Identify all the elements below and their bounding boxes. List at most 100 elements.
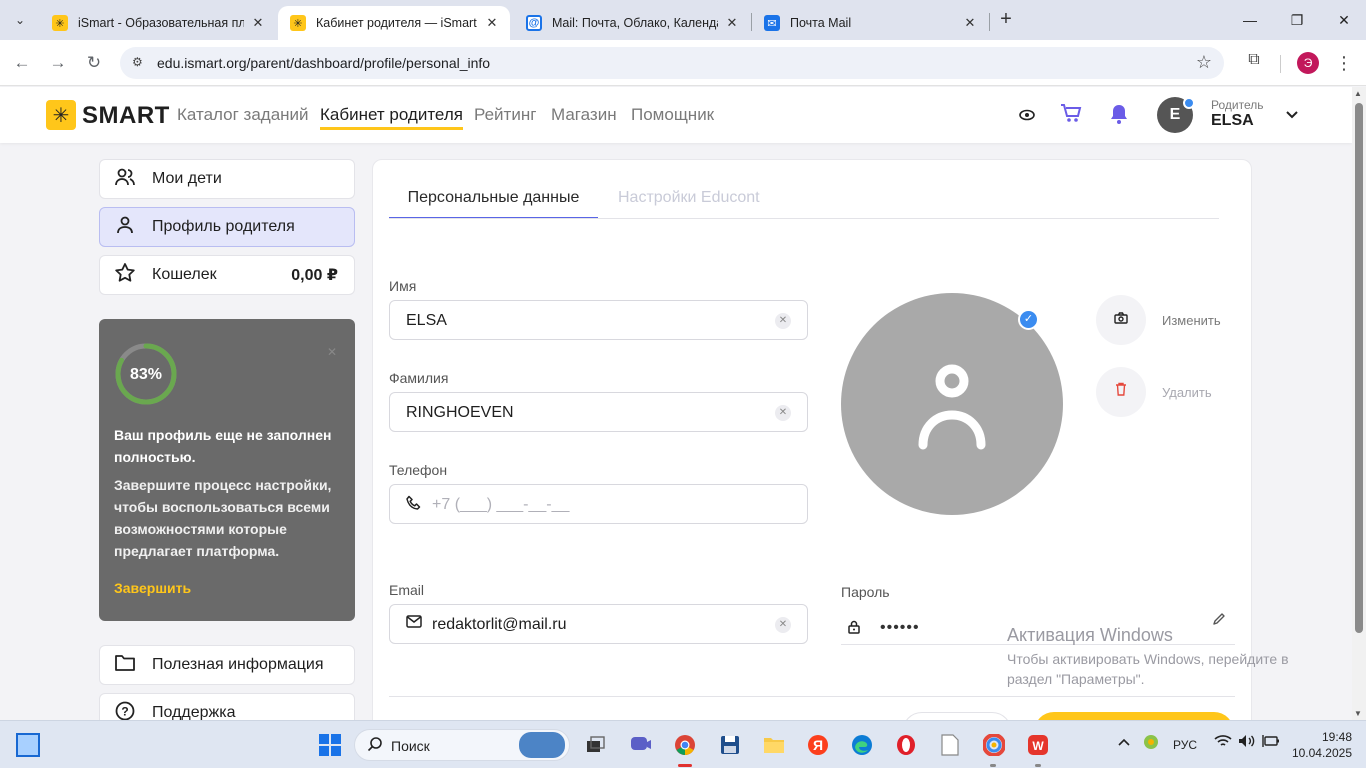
wifi-icon[interactable] xyxy=(1214,734,1232,751)
browser-tab[interactable]: ✳ iSmart - Образовательная пла ✕ xyxy=(40,6,276,40)
promo-title: Ваш профиль еще не заполнен полностью. xyxy=(114,427,332,465)
tab-title: Кабинет родителя — iSmart xyxy=(316,16,477,30)
browser-tab-active[interactable]: ✳ Кабинет родителя — iSmart ✕ xyxy=(278,6,510,40)
windows-activation-title: Активация Windows xyxy=(1007,625,1173,645)
window-close-icon[interactable]: ✕ xyxy=(1330,8,1358,32)
yandex-browser-icon[interactable]: Я xyxy=(804,731,832,759)
tray-chevron-up-icon[interactable] xyxy=(1118,735,1130,749)
email-field[interactable]: redaktorlit@mail.ru ✕ xyxy=(389,604,808,644)
phone-placeholder[interactable]: +7 (___) ___-__-__ xyxy=(432,496,569,514)
tab-search-chevron-icon[interactable]: ⌄ xyxy=(8,8,32,32)
forward-arrow-icon[interactable]: → xyxy=(46,51,70,75)
sidebar-item-wallet[interactable]: Кошелек 0,00 ₽ xyxy=(99,255,355,295)
folder-icon xyxy=(114,654,136,676)
document-icon[interactable] xyxy=(936,731,964,759)
nav-rating[interactable]: Рейтинг xyxy=(474,105,536,125)
tab-educont-settings[interactable]: Настройки Educont xyxy=(618,189,760,207)
scrollbar-thumb[interactable] xyxy=(1355,103,1363,633)
minimize-icon[interactable]: — xyxy=(1236,8,1264,32)
restore-icon[interactable]: ❐ xyxy=(1283,8,1311,32)
battery-icon[interactable] xyxy=(1262,734,1280,751)
close-icon[interactable]: ✕ xyxy=(484,15,500,31)
wallet-balance: 0,00 ₽ xyxy=(291,267,338,284)
last-name-label: Фамилия xyxy=(389,370,449,386)
close-icon[interactable]: ✕ xyxy=(250,15,266,31)
password-value: •••••• xyxy=(880,619,920,636)
task-view-icon[interactable] xyxy=(582,731,610,759)
close-icon[interactable]: ✕ xyxy=(962,15,978,31)
email-value[interactable]: redaktorlit@mail.ru xyxy=(432,616,567,634)
browser-menu-icon[interactable]: ⋮ xyxy=(1334,51,1354,75)
change-photo-label[interactable]: Изменить xyxy=(1162,313,1221,328)
sidebar-item-useful-info[interactable]: Полезная информация xyxy=(99,645,355,685)
bookmark-star-icon[interactable]: ☆ xyxy=(1196,52,1212,73)
address-bar[interactable]: ⚙ edu.ismart.org/parent/dashboard/profil… xyxy=(120,47,1224,79)
eye-icon[interactable] xyxy=(1015,103,1039,127)
new-tab-icon[interactable]: + xyxy=(994,8,1018,32)
close-icon[interactable]: ✕ xyxy=(724,15,740,31)
clear-icon[interactable]: ✕ xyxy=(775,313,791,329)
sidebar-item-parent-profile[interactable]: Профиль родителя xyxy=(99,207,355,247)
change-photo-button[interactable] xyxy=(1096,295,1146,345)
file-explorer-icon[interactable] xyxy=(760,731,788,759)
site-settings-icon[interactable]: ⚙ xyxy=(132,55,148,71)
windows-taskbar: Поиск Я W РУС 19:48 10.04.2025 xyxy=(0,720,1366,768)
security-tray-icon[interactable] xyxy=(1143,734,1159,753)
user-role: Родитель xyxy=(1211,98,1264,112)
user-name[interactable]: ELSA xyxy=(1211,112,1254,130)
ismart-logo-icon[interactable]: ✳ xyxy=(46,100,76,130)
phone-field[interactable]: +7 (___) ___-__-__ xyxy=(389,484,808,524)
scroll-up-icon[interactable]: ▲ xyxy=(1354,89,1362,98)
toolbar-divider xyxy=(1280,55,1281,73)
cart-icon[interactable] xyxy=(1059,103,1083,127)
reload-icon[interactable]: ↻ xyxy=(82,51,106,75)
url-text[interactable]: edu.ismart.org/parent/dashboard/profile/… xyxy=(157,55,490,71)
clock-time[interactable]: 19:48 xyxy=(1300,730,1352,744)
taskbar-search[interactable]: Поиск xyxy=(354,729,570,761)
browser-profile-avatar[interactable]: Э xyxy=(1297,52,1319,74)
tab-personal-data[interactable]: Персональные данные xyxy=(389,189,598,219)
first-name-value[interactable]: ELSA xyxy=(406,312,447,330)
nav-parent-cabinet[interactable]: Кабинет родителя xyxy=(320,105,463,130)
nav-catalog[interactable]: Каталог заданий xyxy=(177,105,309,125)
close-icon[interactable]: ✕ xyxy=(327,345,337,359)
tab-title: iSmart - Образовательная пла xyxy=(78,16,244,30)
svg-text:W: W xyxy=(1032,739,1044,753)
last-name-value[interactable]: RINGHOEVEN xyxy=(406,404,514,422)
edge-icon[interactable] xyxy=(848,731,876,759)
scroll-down-icon[interactable]: ▼ xyxy=(1354,709,1362,718)
delete-photo-label[interactable]: Удалить xyxy=(1162,385,1212,400)
promo-text: Завершите процесс настройки, чтобы воспо… xyxy=(114,477,332,559)
verified-check-icon: ✓ xyxy=(1018,309,1039,330)
pencil-icon[interactable] xyxy=(1212,612,1226,629)
chevron-down-icon[interactable] xyxy=(1286,106,1298,122)
wps-office-icon[interactable]: W xyxy=(1024,731,1052,759)
back-arrow-icon[interactable]: ← xyxy=(10,51,34,75)
page-scrollbar[interactable]: ▲ ▼ xyxy=(1352,87,1366,720)
nav-shop[interactable]: Магазин xyxy=(551,105,617,125)
opera-icon[interactable] xyxy=(892,731,920,759)
sidebar-item-my-children[interactable]: Мои дети xyxy=(99,159,355,199)
teams-chat-icon[interactable] xyxy=(627,731,655,759)
finish-setup-link[interactable]: Завершить xyxy=(114,580,191,596)
bell-icon[interactable] xyxy=(1107,103,1131,127)
email-label: Email xyxy=(389,582,425,598)
first-name-field[interactable]: ELSA ✕ xyxy=(389,300,808,340)
language-indicator[interactable]: РУС xyxy=(1173,738,1197,752)
last-name-field[interactable]: RINGHOEVEN ✕ xyxy=(389,392,808,432)
nav-assistant[interactable]: Помощник xyxy=(631,105,714,125)
widgets-icon[interactable] xyxy=(16,733,40,757)
volume-icon[interactable] xyxy=(1238,734,1256,751)
extensions-puzzle-icon[interactable]: ⧉ xyxy=(1242,51,1266,75)
clear-icon[interactable]: ✕ xyxy=(775,405,791,421)
windows-start-icon[interactable] xyxy=(316,731,344,759)
logo-text[interactable]: SMART xyxy=(82,102,170,130)
color-app-icon[interactable] xyxy=(980,731,1008,759)
delete-photo-button[interactable] xyxy=(1096,367,1146,417)
browser-tab[interactable]: ✉ Почта Mail ✕ xyxy=(752,6,988,40)
clock-date[interactable]: 10.04.2025 xyxy=(1290,746,1352,760)
browser-tab[interactable]: @ Mail: Почта, Облако, Календар ✕ xyxy=(514,6,750,40)
floppy-save-app-icon[interactable] xyxy=(716,731,744,759)
clear-icon[interactable]: ✕ xyxy=(775,617,791,633)
chrome-icon[interactable] xyxy=(671,731,699,759)
